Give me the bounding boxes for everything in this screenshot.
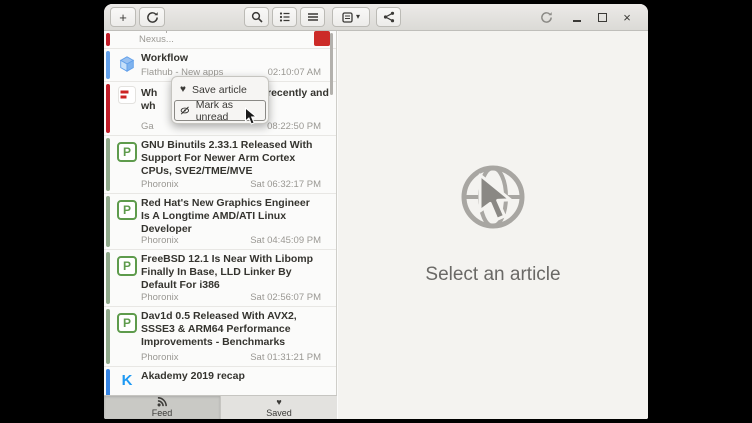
phoronix-logo-icon: P (117, 256, 137, 276)
chevron-down-icon: ▾ (356, 13, 360, 21)
article-title: Workflow (141, 52, 321, 65)
bottom-tab-bar: Feed ♥ Saved (104, 395, 337, 419)
article-title-fragment: wh (141, 100, 156, 112)
scrollbar-thumb[interactable] (330, 33, 333, 95)
mark-unread-icon (180, 105, 190, 116)
search-icon (251, 11, 263, 23)
view-mode-dropdown[interactable]: ▾ (332, 7, 370, 27)
refresh-icon (146, 11, 159, 24)
close-icon: × (623, 10, 631, 25)
article-title-fragment: Wh (141, 87, 157, 99)
app-window: + ▾ × (104, 4, 648, 419)
menu-button[interactable] (300, 7, 325, 27)
feed-color-stripe (106, 252, 110, 304)
feed-color-stripe (106, 51, 110, 79)
article-title: FreeBSD 12.1 Is Near With Libomp Finally… (141, 253, 321, 292)
context-menu-label: Save article (192, 84, 247, 96)
plus-icon: + (119, 11, 127, 24)
tab-label: Saved (266, 408, 292, 418)
feed-name: Phoronix (141, 352, 179, 363)
phoronix-logo-icon: P (117, 313, 137, 333)
mouse-cursor (244, 107, 259, 125)
article-date: Sat 06:32:17 PM (250, 179, 321, 190)
heart-icon: ♥ (180, 85, 186, 95)
article-content-pane: Select an article (338, 31, 648, 419)
flathub-cube-icon (118, 55, 136, 73)
feed-color-stripe (106, 309, 110, 364)
article-date: Sat 04:45:09 PM (250, 235, 321, 246)
gamingonlinux-icon (118, 86, 136, 104)
article-row-akademy[interactable]: K Akademy 2019 recap (104, 367, 336, 395)
feed-color-stripe (106, 84, 110, 133)
fetch-content-button[interactable] (534, 7, 559, 27)
feed-color-stripe (106, 33, 110, 46)
context-menu-item-save-article[interactable]: ♥ Save article (174, 79, 266, 100)
feed-name: Phoronix (141, 235, 179, 246)
empty-state: Select an article (338, 159, 648, 286)
article-row-gamers-nexus[interactable]: News | Gamers Nexus... Sun 02:29:00 AM (104, 31, 336, 49)
feed-name: Phoronix (141, 179, 179, 190)
phoronix-logo-icon: P (117, 200, 137, 220)
article-title-fragment: recently and (267, 87, 329, 99)
close-button[interactable]: × (616, 7, 638, 27)
article-title: Red Hat's New Graphics Engineer Is A Lon… (141, 197, 321, 235)
feed-color-stripe (106, 138, 110, 191)
article-view-icon (342, 12, 353, 23)
tab-saved[interactable]: ♥ Saved (220, 396, 337, 419)
article-row-freebsd[interactable]: P FreeBSD 12.1 Is Near With Libomp Final… (104, 250, 336, 307)
phoronix-logo-icon: P (117, 142, 137, 162)
newsflash-globe-logo (455, 159, 531, 235)
feed-name: News | Gamers Nexus... (139, 31, 231, 45)
share-icon (383, 11, 395, 23)
article-date: Sat 01:31:21 PM (250, 352, 321, 363)
rss-icon (157, 397, 167, 407)
header-bar: + ▾ × (104, 4, 648, 31)
article-title: GNU Binutils 2.33.1 Released With Suppor… (141, 139, 321, 178)
select-article-text: Select an article (338, 264, 648, 286)
article-date: Sat 02:56:07 PM (250, 292, 321, 303)
minimize-button[interactable] (566, 7, 588, 27)
feed-color-stripe (106, 369, 110, 395)
article-title: Dav1d 0.5 Released With AVX2, SSSE3 & AR… (141, 310, 321, 349)
article-thumbnail (314, 31, 330, 46)
maximize-button[interactable] (591, 7, 613, 27)
maximize-icon (598, 13, 607, 22)
filter-list-button[interactable] (272, 7, 297, 27)
share-button[interactable] (376, 7, 401, 27)
fetch-content-icon (540, 11, 553, 24)
article-date: Sun 02:29:00 AM (237, 31, 310, 45)
heart-icon: ♥ (276, 398, 281, 407)
article-row-dav1d[interactable]: P Dav1d 0.5 Released With AVX2, SSSE3 & … (104, 307, 336, 367)
kde-logo-icon: K (118, 371, 136, 389)
article-row-gnu-binutils[interactable]: P GNU Binutils 2.33.1 Released With Supp… (104, 136, 336, 194)
feed-name: Ga (141, 121, 154, 132)
refresh-button[interactable] (139, 7, 165, 27)
feed-color-stripe (106, 196, 110, 247)
hamburger-icon (307, 11, 319, 23)
search-button[interactable] (244, 7, 269, 27)
tab-label: Feed (152, 408, 173, 418)
article-date: 08:22:50 PM (267, 121, 321, 132)
article-date: 02:10:07 AM (268, 67, 321, 78)
add-feed-button[interactable]: + (110, 7, 136, 27)
tab-feed[interactable]: Feed (104, 396, 220, 419)
filter-list-icon (279, 11, 291, 23)
article-row-red-hat[interactable]: P Red Hat's New Graphics Engineer Is A L… (104, 194, 336, 250)
article-title: Akademy 2019 recap (141, 370, 321, 383)
feed-name: Phoronix (141, 292, 179, 303)
minimize-icon (573, 20, 581, 22)
